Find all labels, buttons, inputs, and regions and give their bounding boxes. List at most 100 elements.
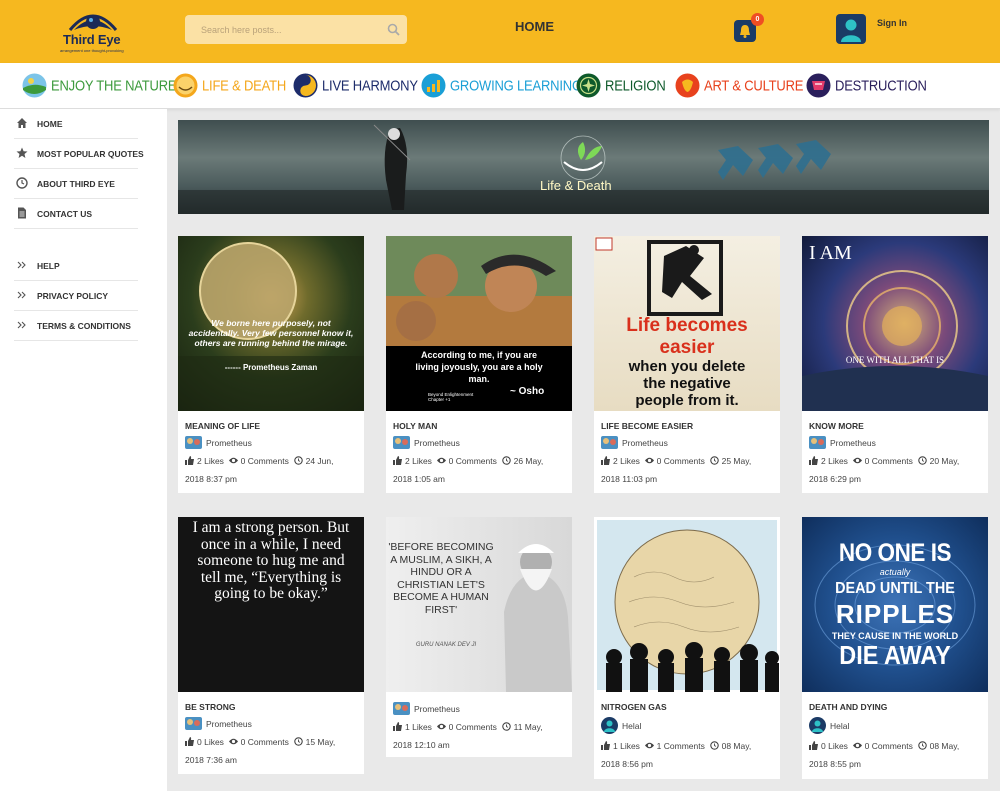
- sidebar-item-home[interactable]: HOME: [14, 109, 138, 139]
- eye-icon: [852, 742, 862, 749]
- post-time: 2018 8:37 pm: [185, 474, 237, 484]
- sign-in-link[interactable]: Sign In: [877, 18, 907, 28]
- post-image[interactable]: [594, 517, 780, 692]
- thumbs-up-icon: [601, 456, 610, 465]
- post-card[interactable]: I am a strong person. But once in a whil…: [178, 517, 364, 774]
- clock-icon: [917, 741, 927, 750]
- sidebar-item-label: MOST POPULAR QUOTES: [37, 149, 144, 159]
- post-title[interactable]: HOLY MAN: [393, 421, 437, 431]
- category-label: LIVE HARMONY: [322, 77, 418, 94]
- post-image-mid-text: ONE WITH ALL THAT IS: [845, 355, 945, 365]
- author-name: Prometheus: [414, 704, 460, 714]
- nav-home-link[interactable]: HOME: [515, 19, 554, 34]
- likes-count[interactable]: 2 Likes: [405, 456, 432, 466]
- yin-yang-icon: [293, 73, 318, 98]
- author-name: Helal: [622, 721, 642, 731]
- post-title[interactable]: BE STRONG: [185, 702, 236, 712]
- post-image-quote: We borne here purposely, not accidentall…: [188, 318, 354, 348]
- post-title[interactable]: MEANING OF LIFE: [185, 421, 260, 431]
- post-image-credit: GURU NANAK DEV JI: [415, 642, 477, 648]
- post-image[interactable]: Life becomes easier when you delete the …: [594, 236, 780, 411]
- double-chevron-icon: [17, 321, 26, 329]
- post-title[interactable]: DEATH AND DYING: [809, 702, 887, 712]
- author-avatar-icon: [185, 436, 202, 449]
- sidebar-item-label: TERMS & CONDITIONS: [37, 321, 131, 331]
- post-card[interactable]: 'BEFORE BECOMING A MUSLIM, A SIKH, A HIN…: [386, 517, 572, 757]
- author-avatar-icon: [809, 436, 826, 449]
- comments-count[interactable]: 0 Comments: [865, 741, 913, 751]
- category-label: RELIGION: [605, 77, 666, 94]
- post-image[interactable]: I am a strong person. But once in a whil…: [178, 517, 364, 692]
- thumbs-up-icon: [393, 456, 402, 465]
- thumbs-up-icon: [601, 741, 610, 750]
- post-image[interactable]: We borne here purposely, not accidentall…: [178, 236, 364, 411]
- likes-count[interactable]: 2 Likes: [197, 456, 224, 466]
- comments-count[interactable]: 0 Comments: [449, 722, 497, 732]
- sidebar-item-privacy-policy[interactable]: PRIVACY POLICY: [14, 281, 138, 311]
- post-title[interactable]: KNOW MORE: [809, 421, 864, 431]
- author-name: Prometheus: [414, 438, 460, 448]
- post-time: 2018 12:10 am: [393, 740, 450, 750]
- post-image[interactable]: I AM ONE WITH ALL THAT IS: [802, 236, 988, 411]
- post-image[interactable]: 'BEFORE BECOMING A MUSLIM, A SIKH, A HIN…: [386, 517, 572, 692]
- author-name: Prometheus: [622, 438, 668, 448]
- children-photo: [386, 236, 572, 346]
- post-card[interactable]: According to me, if you are living joyou…: [386, 236, 572, 493]
- comments-count[interactable]: 0 Comments: [865, 456, 913, 466]
- user-avatar-button[interactable]: [836, 14, 866, 44]
- post-time: 2018 7:36 am: [185, 755, 237, 765]
- sidebar-item-help[interactable]: HELP: [14, 251, 138, 281]
- likes-count[interactable]: 1 Likes: [613, 741, 640, 751]
- likes-count[interactable]: 1 Likes: [405, 722, 432, 732]
- sidebar-item-about-third-eye[interactable]: ABOUT THIRD EYE: [14, 169, 138, 199]
- author-avatar-icon: [185, 717, 202, 730]
- likes-count[interactable]: 2 Likes: [821, 456, 848, 466]
- comments-count[interactable]: 1 Comments: [657, 741, 705, 751]
- author-avatar-icon: [393, 702, 410, 715]
- comments-count[interactable]: 0 Comments: [449, 456, 497, 466]
- third-eye-logo[interactable]: Third Eye arrangement one thought-provok…: [60, 8, 126, 53]
- sidebar-item-most-popular-quotes[interactable]: MOST POPULAR QUOTES: [14, 139, 144, 169]
- post-meta: 2 Likes 0 Comments 25 May,: [601, 456, 751, 466]
- post-image-credit: ------ Prometheus Zaman: [224, 363, 318, 372]
- post-card[interactable]: NO ONE IS actually DEAD UNTIL THE RIPPLE…: [802, 517, 988, 779]
- top-header: Third Eye arrangement one thought-provok…: [0, 0, 1000, 63]
- clock-icon: [917, 456, 927, 465]
- clock-icon: [16, 177, 28, 189]
- post-time: 2018 8:56 pm: [601, 759, 653, 769]
- search-icon[interactable]: [387, 23, 400, 36]
- comments-count[interactable]: 0 Comments: [657, 456, 705, 466]
- post-card[interactable]: NITROGEN GAS Helal 1 Likes 1 Comments 08…: [594, 517, 780, 779]
- clock-icon: [709, 741, 719, 750]
- post-title[interactable]: NITROGEN GAS: [601, 702, 667, 712]
- author-avatar-icon: [393, 436, 410, 449]
- clock-icon: [293, 737, 303, 746]
- clock-icon: [501, 456, 511, 465]
- post-meta: 2 Likes 0 Comments 26 May,: [393, 456, 543, 466]
- post-image[interactable]: According to me, if you are living joyou…: [386, 236, 572, 411]
- post-image-line3: DEAD UNTIL THE: [835, 580, 955, 597]
- clock-icon: [501, 722, 511, 731]
- post-title[interactable]: LIFE BECOME EASIER: [601, 421, 693, 431]
- post-image-line4: the negative: [643, 375, 731, 392]
- art-culture-icon: [675, 73, 700, 98]
- likes-count[interactable]: 2 Likes: [613, 456, 640, 466]
- search-input[interactable]: [185, 15, 385, 44]
- post-card[interactable]: Life becomes easier when you delete the …: [594, 236, 780, 493]
- post-date: 20 May,: [929, 456, 960, 466]
- sidebar-item-terms-conditions[interactable]: TERMS & CONDITIONS: [14, 311, 138, 341]
- post-card[interactable]: We borne here purposely, not accidentall…: [178, 236, 364, 493]
- likes-count[interactable]: 0 Likes: [821, 741, 848, 751]
- post-image-line5: people from it.: [635, 392, 739, 409]
- logo-tagline: arrangement one thought-provoking: [60, 48, 124, 53]
- likes-count[interactable]: 0 Likes: [197, 737, 224, 747]
- sidebar-item-contact-us[interactable]: CONTACT US: [14, 199, 138, 229]
- delete-person-artwork: [595, 237, 723, 316]
- comments-count[interactable]: 0 Comments: [241, 456, 289, 466]
- post-image-credit: ~ Osho: [510, 386, 545, 397]
- post-date: 25 May,: [721, 456, 752, 466]
- post-image[interactable]: NO ONE IS actually DEAD UNTIL THE RIPPLE…: [802, 517, 988, 692]
- post-card[interactable]: I AM ONE WITH ALL THAT IS KNOW MORE Prom…: [802, 236, 988, 493]
- comments-count[interactable]: 0 Comments: [241, 737, 289, 747]
- clock-icon: [709, 456, 719, 465]
